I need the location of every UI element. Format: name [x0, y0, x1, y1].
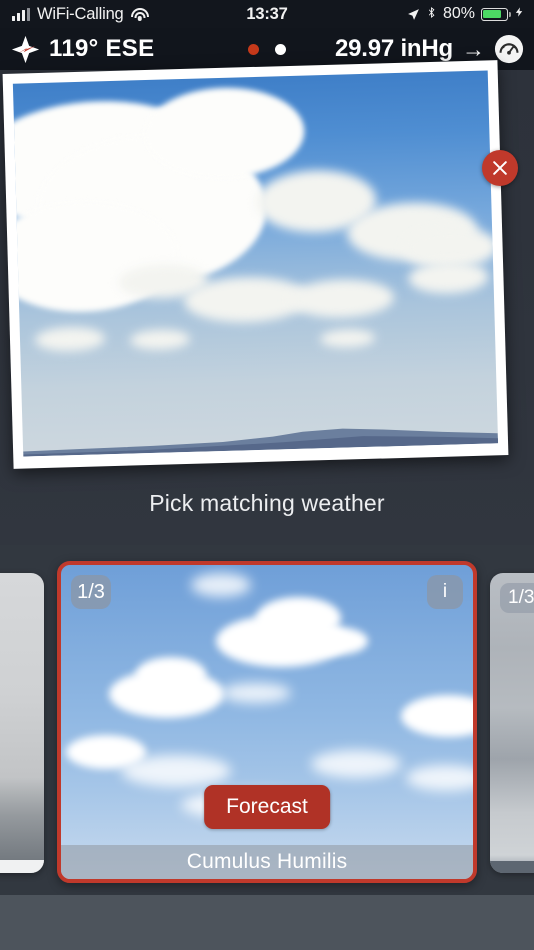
next-card-index-badge: 1/3	[500, 583, 534, 613]
bottom-bar	[0, 895, 534, 950]
status-bar: WiFi-Calling 13:37 80%	[0, 0, 534, 28]
carousel-card-previous[interactable]	[0, 573, 44, 873]
battery-percent-label: 80%	[442, 5, 475, 22]
weather-card-carousel[interactable]: 1/3 i Forecast Cumulus Humilis 1/3	[0, 545, 534, 895]
prompt-text: Pick matching weather	[149, 490, 385, 516]
forecast-button[interactable]: Forecast	[204, 785, 330, 829]
hill-horizon	[23, 417, 499, 457]
carousel-card-next[interactable]: 1/3	[490, 573, 534, 873]
distant-ridge	[490, 861, 534, 873]
status-bar-right: 80%	[407, 4, 525, 24]
carousel-card-selected[interactable]: 1/3 i Forecast Cumulus Humilis	[57, 561, 477, 883]
close-x-icon	[493, 161, 507, 175]
close-button[interactable]	[482, 150, 518, 186]
battery-icon	[481, 7, 511, 21]
arrow-right-icon: →	[462, 35, 485, 62]
card-index-badge: 1/3	[71, 575, 111, 609]
photo-of-cumulus-clouds-over-hills	[12, 70, 499, 457]
barometer-gauge-icon[interactable]	[494, 34, 524, 64]
location-arrow-icon	[407, 8, 420, 21]
polaroid-photo-frame[interactable]	[2, 60, 509, 469]
page-dot-2[interactable]	[275, 43, 286, 55]
app-root: WiFi-Calling 13:37 80% 119° ESE 29.97 in…	[0, 0, 534, 950]
bluetooth-icon	[426, 5, 437, 23]
photo-stage: Pick matching weather	[0, 60, 534, 545]
info-icon[interactable]: i	[427, 575, 463, 609]
snow-ground	[0, 860, 44, 873]
lightning-bolt-icon	[514, 4, 525, 24]
pressure-label: 29.97 inHg	[334, 35, 453, 62]
page-dot-1[interactable]	[248, 43, 259, 55]
cloud-name-label: Cumulus Humilis	[61, 845, 473, 879]
foggy-forest-overlay	[0, 778, 44, 873]
